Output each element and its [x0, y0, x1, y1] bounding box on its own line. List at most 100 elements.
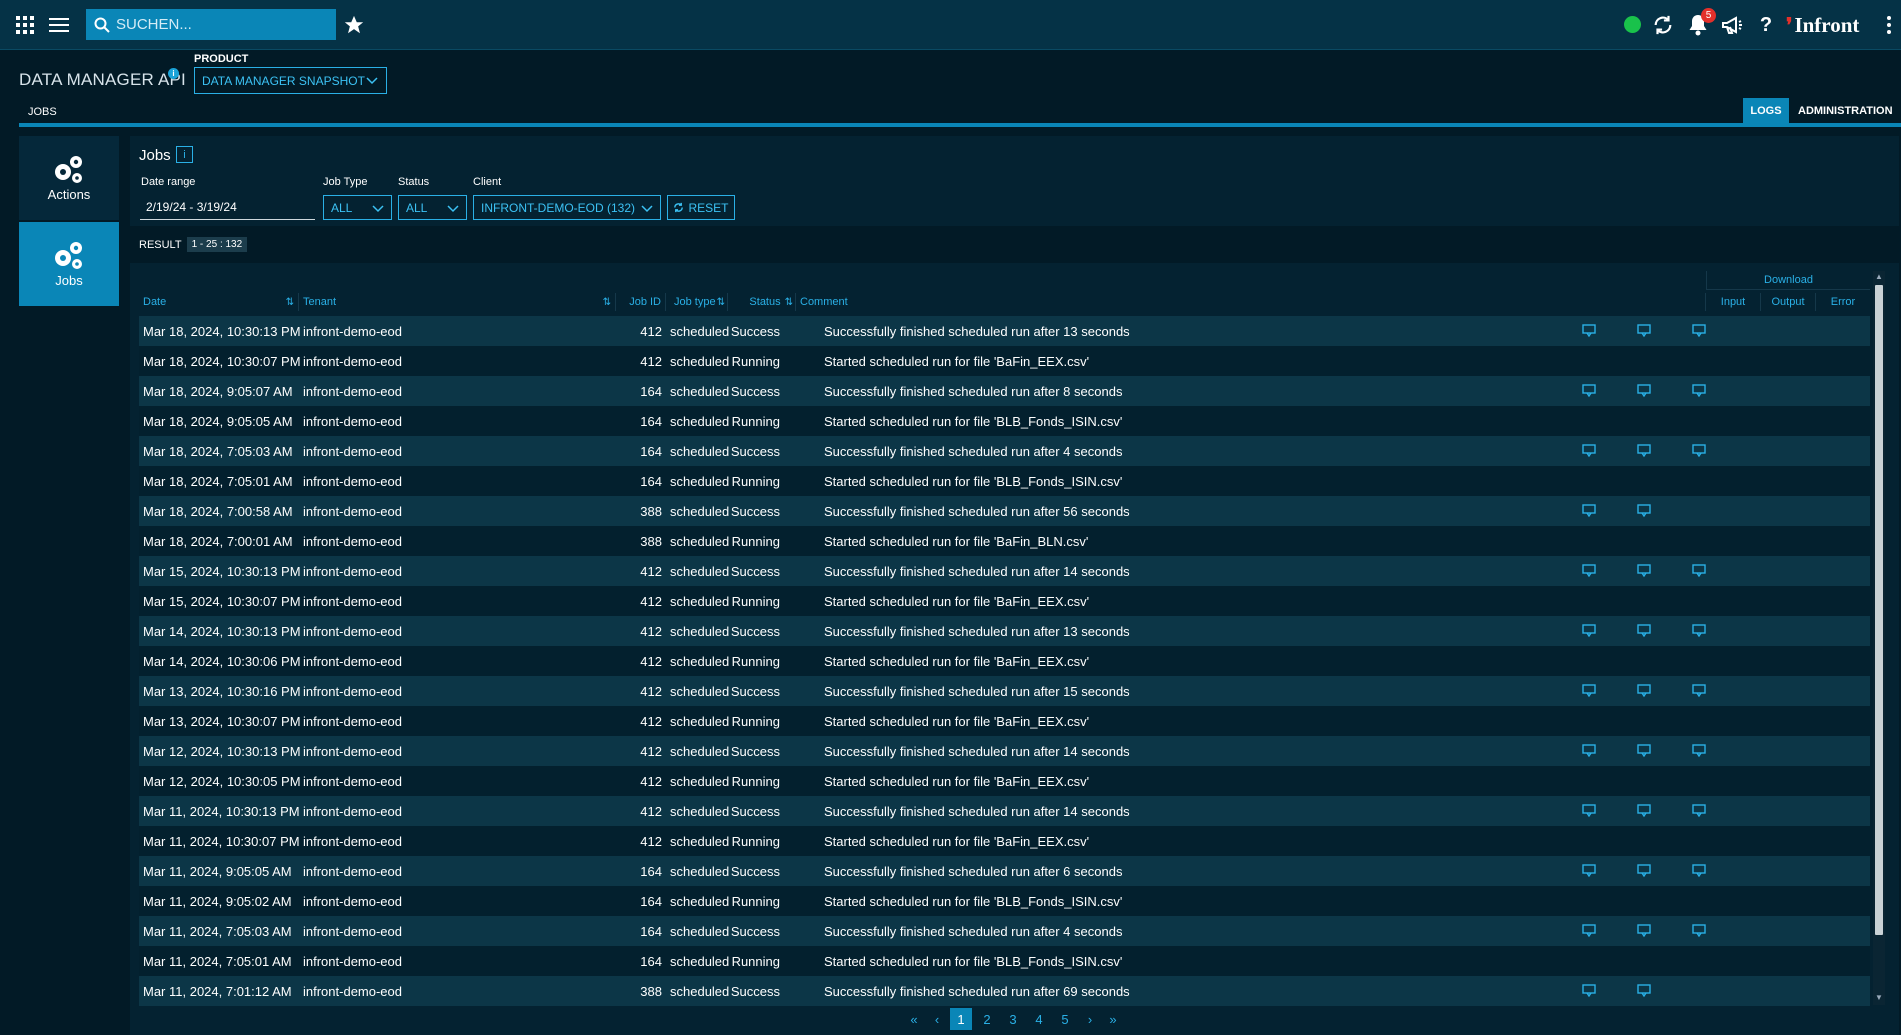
column-header-status[interactable]: Status ⇅ — [728, 293, 796, 311]
top-bar: 5 ? ❜Infront — [0, 0, 1901, 50]
cell-date: Mar 13, 2024, 10:30:16 PM — [143, 683, 301, 699]
download-output-icon[interactable] — [1637, 684, 1651, 698]
download-input-icon[interactable] — [1582, 564, 1596, 578]
download-error-icon[interactable] — [1692, 624, 1706, 638]
tab-administration[interactable]: ADMINISTRATION — [1796, 98, 1895, 123]
product-select[interactable]: DATA MANAGER SNAPSHOT — [194, 67, 387, 94]
table-row: Mar 18, 2024, 10:30:13 PM infront-demo-eo… — [139, 316, 1870, 346]
download-output-icon[interactable] — [1637, 624, 1651, 638]
download-output-icon[interactable] — [1637, 324, 1651, 338]
download-input-icon[interactable] — [1582, 984, 1596, 998]
download-output-icon[interactable] — [1637, 924, 1651, 938]
cell-job-id: 412 — [640, 713, 662, 729]
column-header-job-id[interactable]: Job ID — [616, 293, 666, 311]
cell-tenant: infront-demo-eod — [303, 383, 402, 399]
previous-page-icon[interactable]: ‹ — [926, 1008, 948, 1030]
column-header-tenant[interactable]: Tenant ⇅ — [303, 293, 616, 311]
date-range-input[interactable] — [140, 195, 315, 220]
cell-job-type: scheduled — [670, 503, 730, 519]
reset-button[interactable]: RESET — [667, 195, 735, 220]
menu-icon[interactable] — [47, 13, 71, 37]
nav-item-actions[interactable]: Actions — [19, 136, 119, 220]
download-input-icon[interactable] — [1582, 384, 1596, 398]
cell-comment: Successfully finished scheduled run afte… — [824, 623, 1130, 639]
download-error-icon[interactable] — [1692, 924, 1706, 938]
scrollbar-thumb[interactable] — [1875, 285, 1883, 935]
download-error-icon[interactable] — [1692, 564, 1706, 578]
column-header-job-type[interactable]: Job type ⇅ — [666, 293, 728, 311]
table-row: Mar 13, 2024, 10:30:07 PM infront-demo-eo… — [139, 706, 1870, 736]
download-error-icon[interactable] — [1692, 864, 1706, 878]
scroll-down-arrow-icon[interactable]: ▼ — [1873, 992, 1885, 1004]
download-output-icon[interactable] — [1637, 984, 1651, 998]
search-box[interactable] — [86, 9, 336, 40]
cell-tenant: infront-demo-eod — [303, 863, 402, 879]
page-4[interactable]: 4 — [1028, 1008, 1050, 1030]
download-input-icon[interactable] — [1582, 624, 1596, 638]
download-input-icon[interactable] — [1582, 444, 1596, 458]
download-output-icon[interactable] — [1637, 564, 1651, 578]
more-vertical-icon[interactable] — [1877, 13, 1901, 37]
search-input[interactable] — [116, 16, 326, 33]
table-row: Mar 18, 2024, 10:30:07 PM infront-demo-eo… — [139, 346, 1870, 376]
download-input-icon[interactable] — [1582, 324, 1596, 338]
download-output-icon[interactable] — [1637, 444, 1651, 458]
download-error-icon[interactable] — [1692, 384, 1706, 398]
download-error-icon[interactable] — [1692, 324, 1706, 338]
download-input-icon[interactable] — [1582, 804, 1596, 818]
download-output-icon[interactable] — [1637, 744, 1651, 758]
table-row: Mar 11, 2024, 9:05:02 AM infront-demo-eod… — [139, 886, 1870, 916]
download-error-icon[interactable] — [1692, 744, 1706, 758]
product-select-value: DATA MANAGER SNAPSHOT — [202, 73, 365, 88]
page-2[interactable]: 2 — [976, 1008, 998, 1030]
download-error-icon[interactable] — [1692, 804, 1706, 818]
cell-tenant: infront-demo-eod — [303, 683, 402, 699]
date-range-label: Date range — [141, 176, 196, 188]
app-grid-icon[interactable] — [13, 13, 37, 37]
download-output-icon[interactable] — [1637, 864, 1651, 878]
job-type-select[interactable]: ALL — [323, 195, 392, 220]
cell-date: Mar 11, 2024, 10:30:13 PM — [143, 803, 300, 819]
nav-item-jobs[interactable]: Jobs — [19, 222, 119, 306]
download-error-icon[interactable] — [1692, 444, 1706, 458]
download-output-icon[interactable] — [1637, 384, 1651, 398]
download-input-icon[interactable] — [1582, 864, 1596, 878]
page-1[interactable]: 1 — [950, 1008, 972, 1030]
cell-comment: Started scheduled run for file 'BLB_Fond… — [824, 473, 1123, 489]
cell-tenant: infront-demo-eod — [303, 983, 402, 999]
chevron-down-icon — [366, 74, 378, 86]
page-3[interactable]: 3 — [1002, 1008, 1024, 1030]
jobs-info-icon[interactable]: i — [176, 146, 193, 163]
column-header-output: Output — [1761, 293, 1816, 311]
megaphone-icon[interactable] — [1720, 13, 1744, 37]
download-input-icon[interactable] — [1582, 744, 1596, 758]
table-row: Mar 18, 2024, 9:05:07 AM infront-demo-eod… — [139, 376, 1870, 406]
cell-date: Mar 15, 2024, 10:30:13 PM — [143, 563, 301, 579]
infront-logo: ❜ Infront — [1786, 12, 1860, 37]
client-select[interactable]: INFRONT-DEMO-EOD (132) — [473, 195, 661, 220]
page-5[interactable]: 5 — [1054, 1008, 1076, 1030]
download-input-icon[interactable] — [1582, 684, 1596, 698]
status-select[interactable]: ALL — [398, 195, 467, 220]
tab-logs[interactable]: LOGS — [1743, 98, 1789, 123]
cell-job-type: scheduled — [670, 833, 730, 849]
cell-comment: Started scheduled run for file 'BaFin_EE… — [824, 653, 1090, 669]
column-header-date[interactable]: Date ⇅ — [143, 293, 299, 311]
status-label: Status — [398, 176, 430, 188]
star-favorite-icon[interactable] — [342, 13, 366, 37]
first-page-icon[interactable]: « — [903, 1008, 925, 1030]
cell-job-id: 412 — [640, 773, 662, 789]
help-question-icon[interactable]: ? — [1754, 13, 1778, 37]
last-page-icon[interactable]: » — [1102, 1008, 1124, 1030]
cell-status: Success — [730, 683, 780, 699]
download-output-icon[interactable] — [1637, 804, 1651, 818]
download-input-icon[interactable] — [1582, 924, 1596, 938]
info-icon[interactable]: i — [168, 68, 179, 79]
download-error-icon[interactable] — [1692, 684, 1706, 698]
refresh-icon[interactable] — [1651, 13, 1675, 37]
download-output-icon[interactable] — [1637, 504, 1651, 518]
download-input-icon[interactable] — [1582, 504, 1596, 518]
next-page-icon[interactable]: › — [1079, 1008, 1101, 1030]
tab-jobs[interactable]: JOBS — [19, 103, 66, 121]
scroll-up-arrow-icon[interactable]: ▲ — [1873, 271, 1885, 283]
